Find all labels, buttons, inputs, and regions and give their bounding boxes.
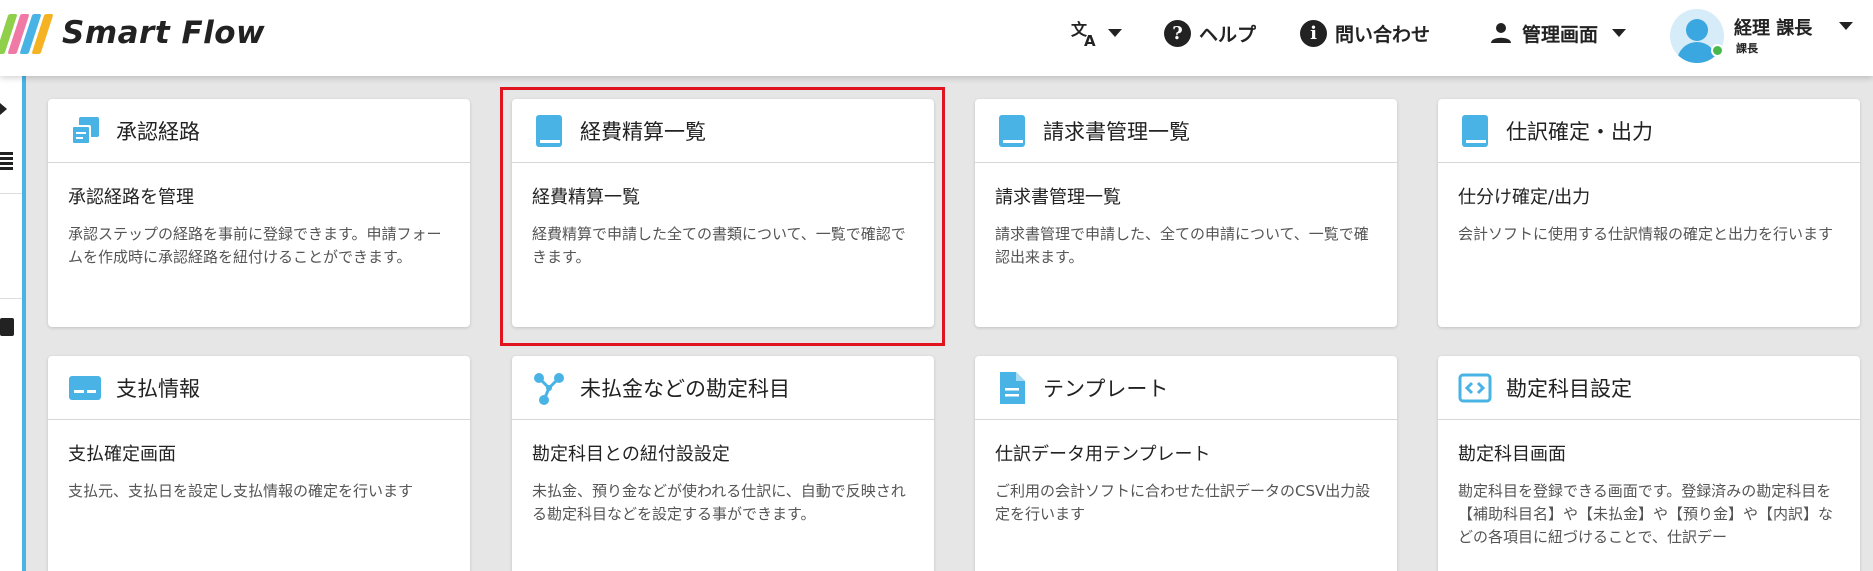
network-icon — [532, 371, 566, 405]
card-description: 未払金、預り金などが使われる仕訳に、自動で反映される勘定科目などを設定する事がで… — [532, 482, 906, 523]
card-title: 仕訳確定・出力 — [1506, 119, 1653, 144]
help-label: ヘルプ — [1199, 23, 1257, 46]
card-title: 請求書管理一覧 — [1043, 119, 1190, 144]
collapsed-sidebar — [0, 76, 26, 571]
admin-menu[interactable]: 管理画面 — [1488, 0, 1627, 66]
person-icon — [1488, 20, 1514, 46]
app-name: Smart Flow — [62, 15, 266, 51]
info-circle-icon: i — [1300, 19, 1327, 47]
printer-icon[interactable] — [0, 318, 14, 336]
card-payment-info[interactable]: 支払情報 支払確定画面 支払元、支払日を設定し支払情報の確定を行います — [48, 356, 470, 571]
card-accounts-payable[interactable]: 未払金などの勘定科目 勘定科目との紐付設設定 未払金、預り金などが使われる仕訳に… — [512, 356, 934, 571]
card-description: 会計ソフトに使用する仕訳情報の確定と出力を行います — [1458, 225, 1834, 243]
card-title: 勘定科目設定 — [1506, 376, 1632, 401]
building-icon[interactable] — [0, 150, 13, 170]
contact-link[interactable]: i 問い合わせ — [1300, 0, 1430, 66]
highlight-frame — [500, 87, 945, 346]
card-journal-output[interactable]: 仕訳確定・出力 仕分け確定/出力 会計ソフトに使用する仕訳情報の確定と出力を行い… — [1438, 99, 1860, 327]
card-subtitle: 勘定科目との紐付設設定 — [532, 444, 730, 465]
card-description: 承認ステップの経路を事前に登録できます。申請フォームを作成時に承認経路を紐付ける… — [68, 225, 442, 266]
sidebar-divider — [0, 298, 22, 299]
book-icon — [995, 114, 1029, 148]
card-account-settings[interactable]: 勘定科目設定 勘定科目画面 勘定科目を登録できる画面です。登録済みの勘定科目を【… — [1438, 356, 1860, 571]
translate-icon: 文 A — [1070, 18, 1100, 48]
card-invoice-list[interactable]: 請求書管理一覧 請求書管理一覧 請求書管理で申請した、全ての申請について、一覧で… — [975, 99, 1397, 327]
help-circle-icon: ? — [1164, 19, 1191, 47]
logo-mark-icon — [0, 8, 54, 58]
card-subtitle: 勘定科目画面 — [1458, 444, 1566, 465]
sidebar-divider — [0, 193, 22, 194]
card-subtitle: 支払確定画面 — [68, 444, 176, 465]
card-subtitle: 仕訳データ用テンプレート — [995, 444, 1211, 465]
language-menu[interactable]: 文 A — [1070, 0, 1122, 66]
card-icon — [68, 371, 102, 405]
admin-label: 管理画面 — [1522, 23, 1599, 46]
card-title: 未払金などの勘定科目 — [580, 376, 790, 401]
online-status-dot — [1711, 44, 1724, 57]
card-title: 支払情報 — [116, 376, 200, 401]
card-title: 承認経路 — [116, 119, 200, 144]
help-link[interactable]: ? ヘルプ — [1164, 0, 1256, 66]
user-menu-chevron-icon[interactable] — [1839, 22, 1853, 30]
user-role: 課長 — [1736, 42, 1758, 55]
card-subtitle: 仕分け確定/出力 — [1458, 187, 1591, 208]
card-description: 請求書管理で申請した、全ての申請について、一覧で確認出来ます。 — [995, 225, 1369, 266]
card-description: 勘定科目を登録できる画面です。登録済みの勘定科目を【補助科目名】や【未払金】や【… — [1458, 482, 1834, 546]
top-header: Smart Flow 文 A ? ヘルプ i 問い合わせ 管理画面 経理 課長 … — [0, 0, 1873, 76]
card-subtitle: 承認経路を管理 — [68, 187, 194, 208]
book-icon — [1458, 114, 1492, 148]
chevron-down-icon — [1108, 29, 1122, 37]
card-approval-route[interactable]: 承認経路 承認経路を管理 承認ステップの経路を事前に登録できます。申請フォームを… — [48, 99, 470, 327]
chevron-down-icon — [1612, 29, 1627, 37]
app-logo[interactable]: Smart Flow — [0, 8, 265, 58]
expand-arrow-icon[interactable] — [0, 103, 7, 115]
document-icon — [995, 371, 1029, 405]
code-icon — [1458, 371, 1492, 405]
card-subtitle: 請求書管理一覧 — [995, 187, 1121, 208]
card-description: ご利用の会計ソフトに合わせた仕訳データのCSV出力設定を行います — [995, 482, 1371, 523]
copy-stack-icon — [68, 114, 102, 148]
svg-text:A: A — [1084, 32, 1096, 48]
card-description: 支払元、支払日を設定し支払情報の確定を行います — [68, 482, 414, 500]
card-title: テンプレート — [1043, 376, 1169, 401]
card-template[interactable]: テンプレート 仕訳データ用テンプレート ご利用の会計ソフトに合わせた仕訳データの… — [975, 356, 1397, 571]
contact-label: 問い合わせ — [1335, 23, 1431, 46]
user-name[interactable]: 経理 課長 — [1734, 14, 1812, 40]
